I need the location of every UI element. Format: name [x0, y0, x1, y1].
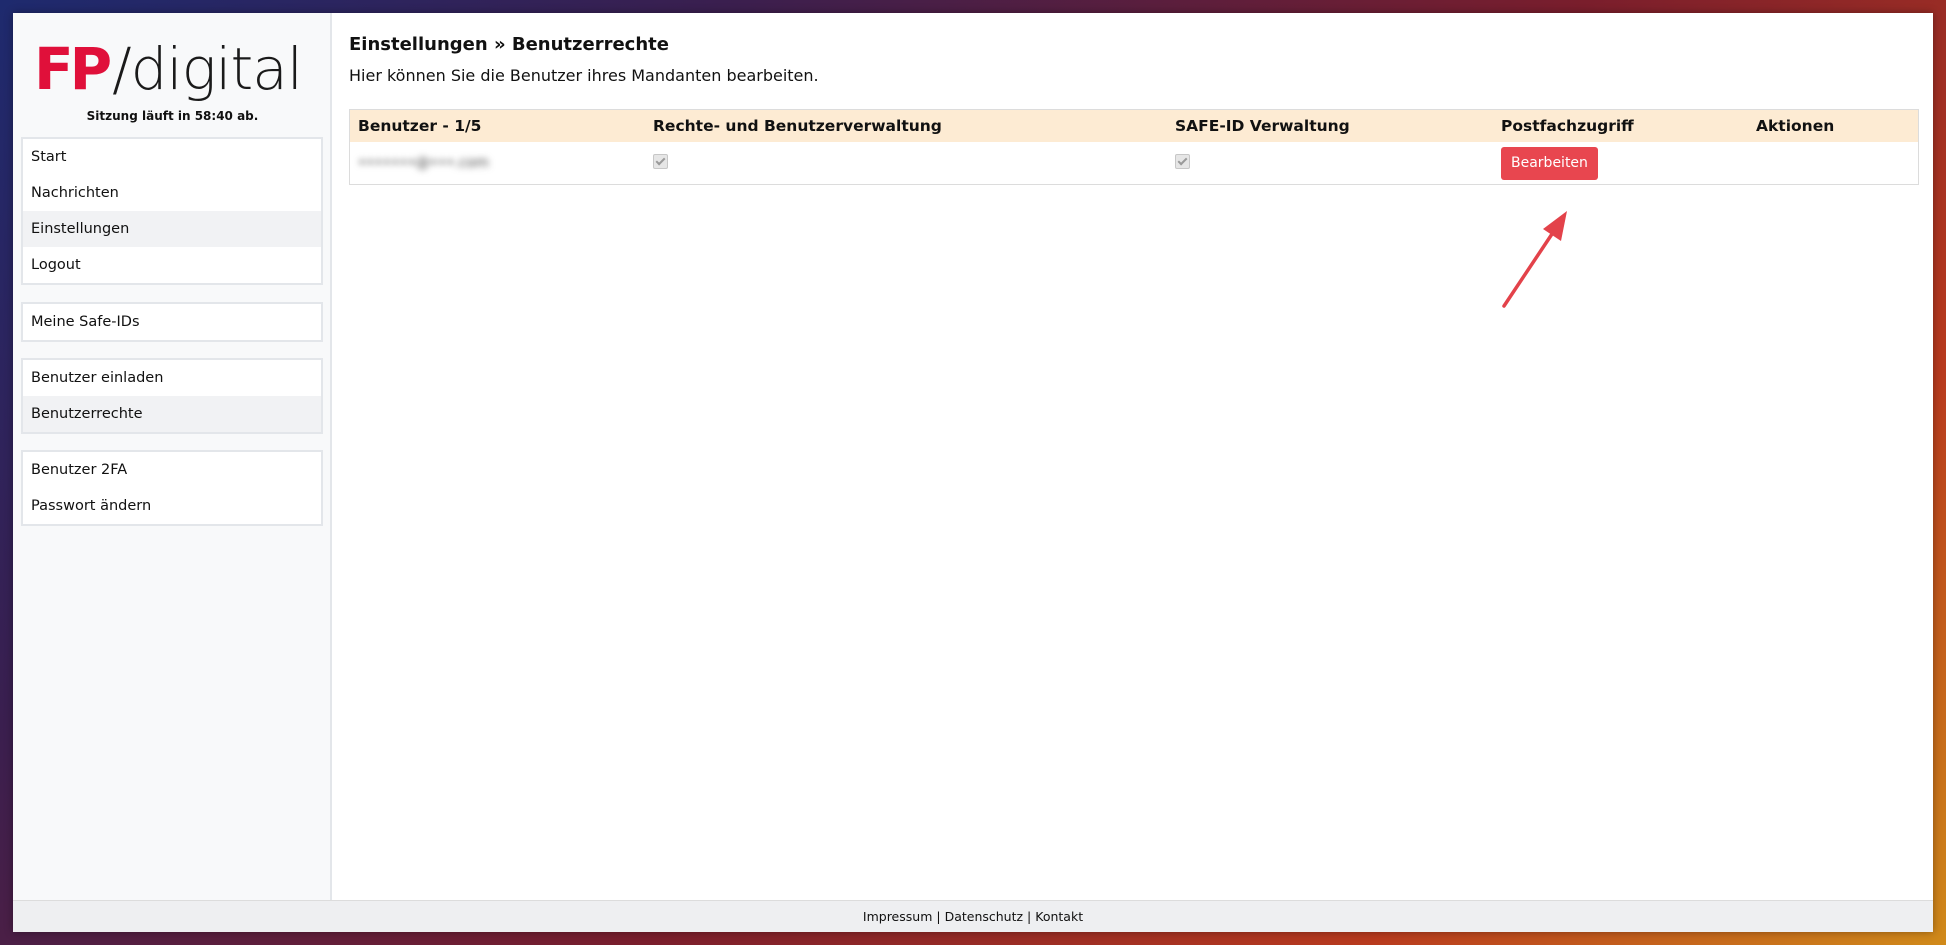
column-header-safeid: SAFE-ID Verwaltung: [1175, 117, 1350, 135]
user-rights-table: Benutzer - 1/5 Rechte- und Benutzerverwa…: [349, 109, 1919, 185]
footer-separator: |: [1027, 909, 1032, 924]
footer-link-impressum[interactable]: Impressum: [863, 909, 932, 924]
sidebar-item-nachrichten[interactable]: Nachrichten: [23, 175, 321, 211]
sidebar-item-benutzerrechte[interactable]: Benutzerrechte: [23, 396, 321, 432]
annotation-arrow-icon: [1502, 211, 1567, 308]
menu-group-main: Start Nachrichten Einstellungen Logout: [21, 137, 323, 285]
column-header-benutzer: Benutzer - 1/5: [358, 117, 482, 135]
sidebar-item-benutzer-2fa[interactable]: Benutzer 2FA: [23, 452, 321, 488]
table-row: •••••••@•••.com Bearbeiten: [350, 142, 1918, 184]
session-timer: Sitzung läuft in 58:40 ab.: [86, 109, 259, 123]
page-title: Einstellungen » Benutzerrechte: [349, 34, 669, 55]
safeid-checkbox[interactable]: [1175, 153, 1190, 169]
sidebar: FP /digital Sitzung läuft in 58:40 ab. S…: [13, 13, 332, 900]
postfach-cell: Bearbeiten: [1501, 146, 1756, 180]
menu-group-security: Benutzer 2FA Passwort ändern: [21, 450, 323, 526]
sidebar-item-logout[interactable]: Logout: [23, 247, 321, 283]
table-header: Benutzer - 1/5 Rechte- und Benutzerverwa…: [350, 110, 1918, 142]
logo-mark: FP: [34, 35, 112, 103]
app-window: FP /digital Sitzung läuft in 58:40 ab. S…: [13, 13, 1933, 932]
user-email: •••••••@•••.com: [358, 155, 489, 171]
bearbeiten-button[interactable]: Bearbeiten: [1501, 146, 1598, 180]
footer: Impressum | Datenschutz | Kontakt: [13, 900, 1933, 932]
logo-text: /digital: [112, 35, 303, 103]
menu-group-users: Benutzer einladen Benutzerrechte: [21, 358, 323, 434]
page-description: Hier können Sie die Benutzer ihres Manda…: [349, 66, 819, 85]
sidebar-item-start[interactable]: Start: [23, 139, 321, 175]
column-header-postfach: Postfachzugriff: [1501, 117, 1634, 135]
footer-link-datenschutz[interactable]: Datenschutz: [945, 909, 1024, 924]
sidebar-item-passwort-aendern[interactable]: Passwort ändern: [23, 488, 321, 524]
rights-checkbox[interactable]: [653, 153, 668, 169]
menu-group-safeids: Meine Safe-IDs: [21, 302, 323, 342]
brand-logo[interactable]: FP /digital: [34, 31, 314, 107]
rights-cell: [653, 153, 1175, 173]
sidebar-item-meine-safe-ids[interactable]: Meine Safe-IDs: [23, 304, 321, 340]
main-content: Einstellungen » Benutzerrechte Hier könn…: [349, 31, 1919, 308]
user-cell: •••••••@•••.com: [350, 155, 653, 171]
footer-separator: |: [936, 909, 941, 924]
column-header-aktionen: Aktionen: [1756, 117, 1835, 135]
safeid-cell: [1175, 153, 1501, 173]
sidebar-item-einstellungen[interactable]: Einstellungen: [23, 211, 321, 247]
footer-link-kontakt[interactable]: Kontakt: [1035, 909, 1083, 924]
sidebar-item-benutzer-einladen[interactable]: Benutzer einladen: [23, 360, 321, 396]
column-header-rechte: Rechte- und Benutzerverwaltung: [653, 117, 942, 135]
